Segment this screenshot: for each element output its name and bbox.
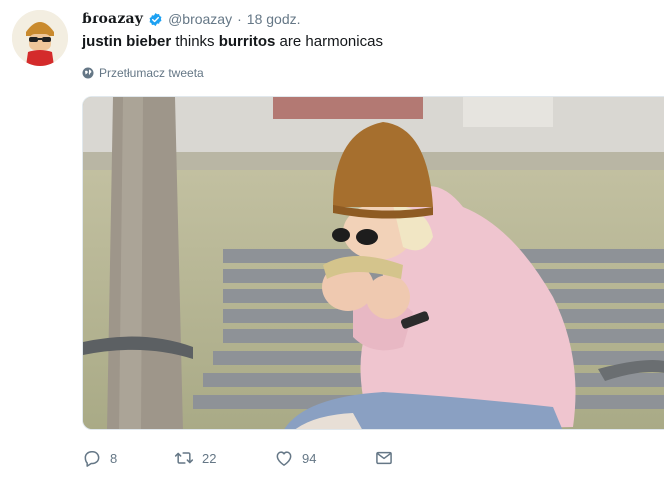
reply-icon (84, 451, 100, 467)
like-button[interactable]: 94 (274, 448, 374, 468)
verified-badge-icon (148, 12, 163, 27)
tweet-text-bold-name: justin bieber (82, 33, 172, 50)
tweet-text-middle: thinks (171, 33, 219, 50)
tweet-header: ɓɾoazay @broazay · 18 godz. (82, 9, 301, 29)
photo-illustration (83, 97, 664, 429)
separator-dot: · (237, 11, 242, 27)
tweet-text: justin bieber thinks burritos are harmon… (82, 32, 383, 52)
envelope-icon (376, 451, 392, 465)
globe-icon (82, 67, 94, 79)
retweet-button[interactable]: 22 (174, 448, 274, 468)
reply-count: 8 (110, 450, 118, 466)
tweet: ɓɾoazay @broazay · 18 godz. justin biebe… (0, 0, 664, 482)
tweet-text-bold-food: burritos (218, 33, 276, 50)
avatar[interactable] (12, 10, 68, 66)
heart-icon (276, 451, 292, 466)
avatar-image (12, 10, 68, 66)
retweet-icon (174, 452, 194, 464)
retweet-count: 22 (202, 450, 217, 466)
tweet-timestamp[interactable]: 18 godz. (247, 11, 301, 27)
display-name[interactable]: ɓɾoazay (82, 11, 143, 27)
translate-tweet-link[interactable]: Przetłumacz tweeta (82, 66, 204, 80)
translate-label: Przetłumacz tweeta (99, 66, 204, 80)
like-count: 94 (302, 450, 317, 466)
tweet-photo[interactable] (82, 96, 664, 430)
tweet-actions: 8 22 94 (82, 448, 394, 468)
tweet-text-end: are harmonicas (275, 33, 383, 50)
user-handle[interactable]: @broazay (168, 11, 232, 27)
direct-message-button[interactable] (374, 448, 394, 468)
reply-button[interactable]: 8 (82, 448, 174, 468)
